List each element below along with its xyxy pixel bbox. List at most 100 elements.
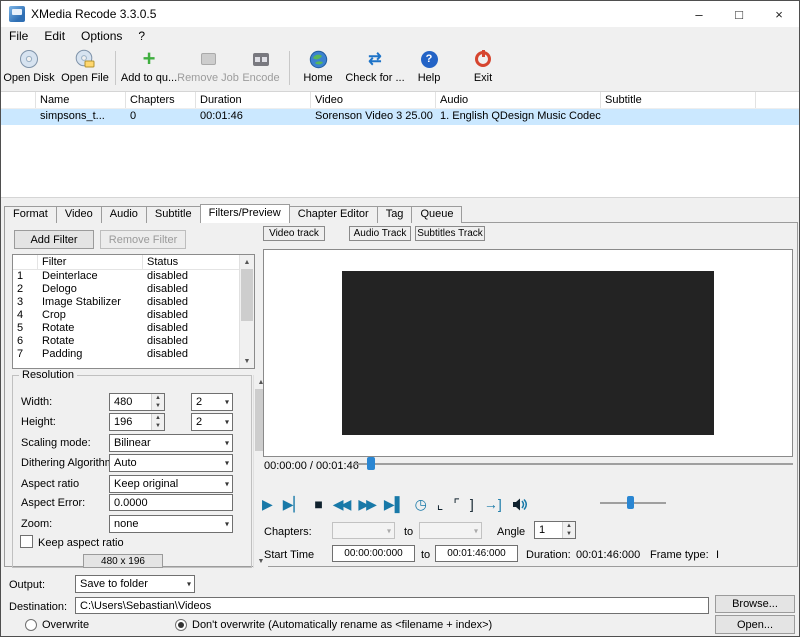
subtitles-track-button[interactable]: Subtitles Track (415, 226, 485, 241)
seek-slider-thumb[interactable] (367, 457, 375, 470)
spin-up-icon[interactable]: ▲ (152, 414, 164, 422)
scroll-down-icon[interactable]: ▼ (240, 354, 254, 368)
height-stepper[interactable]: 196 ▲ ▼ (109, 413, 165, 431)
filter-table-header: Filter Status (13, 255, 254, 270)
width-step-dropdown[interactable]: 2 ▾ (191, 393, 233, 411)
play-button[interactable]: ▶ (262, 494, 273, 514)
column-audio[interactable]: Audio (436, 92, 601, 108)
tab-subtitle[interactable]: Subtitle (145, 206, 201, 223)
keep-aspect-ratio-checkbox[interactable] (20, 535, 33, 548)
height-step-dropdown[interactable]: 2 ▾ (191, 413, 233, 431)
tab-audio[interactable]: Audio (100, 206, 147, 223)
filter-col-status[interactable]: Status (143, 255, 239, 269)
column-duration[interactable]: Duration (196, 92, 311, 108)
volume-icon[interactable] (512, 497, 530, 512)
globe-icon (309, 48, 328, 70)
next-frame-button[interactable]: ▶▏ (283, 494, 305, 514)
seek-slider[interactable] (353, 456, 793, 472)
filter-num: 2 (17, 283, 24, 295)
spin-up-icon[interactable]: ▲ (563, 522, 575, 530)
filter-table-scrollbar[interactable]: ▲ ▼ (239, 255, 254, 368)
add-filter-button[interactable]: Add Filter (14, 230, 94, 249)
spin-up-icon[interactable]: ▲ (152, 394, 164, 402)
minimize-button[interactable]: – (679, 1, 719, 27)
tab-video[interactable]: Video (55, 206, 102, 223)
timer-button[interactable]: ◷ (415, 494, 427, 514)
spin-down-icon[interactable]: ▼ (563, 530, 575, 538)
column-chapters[interactable]: Chapters (126, 92, 196, 108)
video-preview[interactable] (342, 271, 714, 435)
column-video[interactable]: Video (311, 92, 436, 108)
aspect-error-field[interactable] (109, 494, 233, 511)
angle-stepper[interactable]: 1 ▲ ▼ (534, 521, 576, 539)
home-button[interactable]: Home (296, 47, 340, 89)
zoom-dropdown[interactable]: none ▾ (109, 515, 233, 533)
resolution-group-label: Resolution (19, 369, 77, 381)
spin-down-icon[interactable]: ▼ (152, 422, 164, 430)
mark-in-button[interactable]: ⌞ (437, 494, 444, 514)
check-for-updates-button[interactable]: ⇄ Check for ... (345, 47, 405, 89)
tab-format[interactable]: Format (4, 206, 57, 223)
help-button[interactable]: ? Help (411, 47, 447, 89)
step-forward-button[interactable]: ▶▌ (384, 494, 405, 514)
menu-options[interactable]: Options (73, 29, 130, 43)
scroll-up-icon[interactable]: ▲ (240, 255, 254, 269)
dont-overwrite-radio[interactable] (175, 619, 187, 631)
browse-button[interactable]: Browse... (715, 595, 795, 613)
scrollbar-thumb[interactable] (241, 269, 253, 321)
job-row-selected[interactable]: simpsons_t... 0 00:01:46 Sorenson Video … (1, 109, 799, 125)
fast-forward-button[interactable]: ▶▶ (358, 494, 376, 514)
menu-help[interactable]: ? (130, 29, 153, 43)
filter-row[interactable]: 1 Deinterlace disabled (13, 270, 254, 283)
tab-queue[interactable]: Queue (411, 206, 463, 223)
volume-slider-thumb[interactable] (627, 496, 634, 509)
filter-col-name[interactable]: Filter (38, 255, 143, 269)
destination-field[interactable] (75, 597, 709, 614)
filter-row[interactable]: 4 Crop disabled (13, 309, 254, 322)
start-time-field[interactable] (332, 545, 415, 562)
open-disk-button[interactable]: Open Disk (3, 47, 55, 89)
filter-col-num[interactable] (13, 255, 38, 269)
add-to-queue-button[interactable]: + Add to qu... (121, 47, 177, 89)
stop-button[interactable]: ■ (314, 494, 322, 514)
column-blank[interactable] (1, 92, 36, 108)
aspect-ratio-dropdown[interactable]: Keep original ▾ (109, 475, 233, 493)
plus-icon: + (142, 46, 156, 71)
output-mode-dropdown[interactable]: Save to folder ▾ (75, 575, 195, 593)
jump-end-button[interactable]: →] (484, 494, 502, 514)
maximize-button[interactable]: □ (719, 1, 759, 27)
video-track-button[interactable]: Video track (263, 226, 325, 241)
audio-track-button[interactable]: Audio Track (349, 226, 411, 241)
open-button[interactable]: Open... (715, 615, 795, 634)
filter-row[interactable]: 6 Rotate disabled (13, 335, 254, 348)
spin-down-icon[interactable]: ▼ (152, 402, 164, 410)
column-subtitle[interactable]: Subtitle (601, 92, 756, 108)
rewind-button[interactable]: ◀◀ (333, 494, 351, 514)
scaling-mode-dropdown[interactable]: Bilinear ▾ (109, 434, 233, 452)
filter-row[interactable]: 7 Padding disabled (13, 348, 254, 361)
close-button[interactable]: × (759, 1, 799, 27)
dithering-dropdown[interactable]: Auto ▾ (109, 454, 233, 472)
size-button[interactable]: 480 x 196 (83, 554, 163, 568)
mark-out-button[interactable]: ⌜ (453, 494, 460, 514)
open-file-button[interactable]: Open File (59, 47, 111, 89)
time-display: 00:00:00 / 00:01:46 (264, 460, 359, 472)
width-stepper[interactable]: 480 ▲ ▼ (109, 393, 165, 411)
end-time-field[interactable] (435, 545, 518, 562)
filter-row[interactable]: 3 Image Stabilizer disabled (13, 296, 254, 309)
bracket-right-button[interactable]: ] (470, 494, 474, 514)
window-title: XMedia Recode 3.3.0.5 (31, 7, 157, 21)
tab-filters-preview[interactable]: Filters/Preview (199, 204, 290, 223)
tab-chapter-editor[interactable]: Chapter Editor (288, 206, 378, 223)
filter-row[interactable]: 2 Delogo disabled (13, 283, 254, 296)
tab-tag[interactable]: Tag (376, 206, 413, 223)
exit-button[interactable]: Exit (463, 47, 503, 89)
angle-label: Angle (497, 526, 526, 538)
overwrite-radio[interactable] (25, 619, 37, 631)
volume-slider[interactable] (600, 495, 666, 511)
column-name[interactable]: Name (36, 92, 126, 108)
filter-row[interactable]: 5 Rotate disabled (13, 322, 254, 335)
menu-file[interactable]: File (1, 29, 36, 43)
job-audio: 1. English QDesign Music Codec 2 12... (440, 110, 601, 122)
menu-edit[interactable]: Edit (36, 29, 73, 43)
